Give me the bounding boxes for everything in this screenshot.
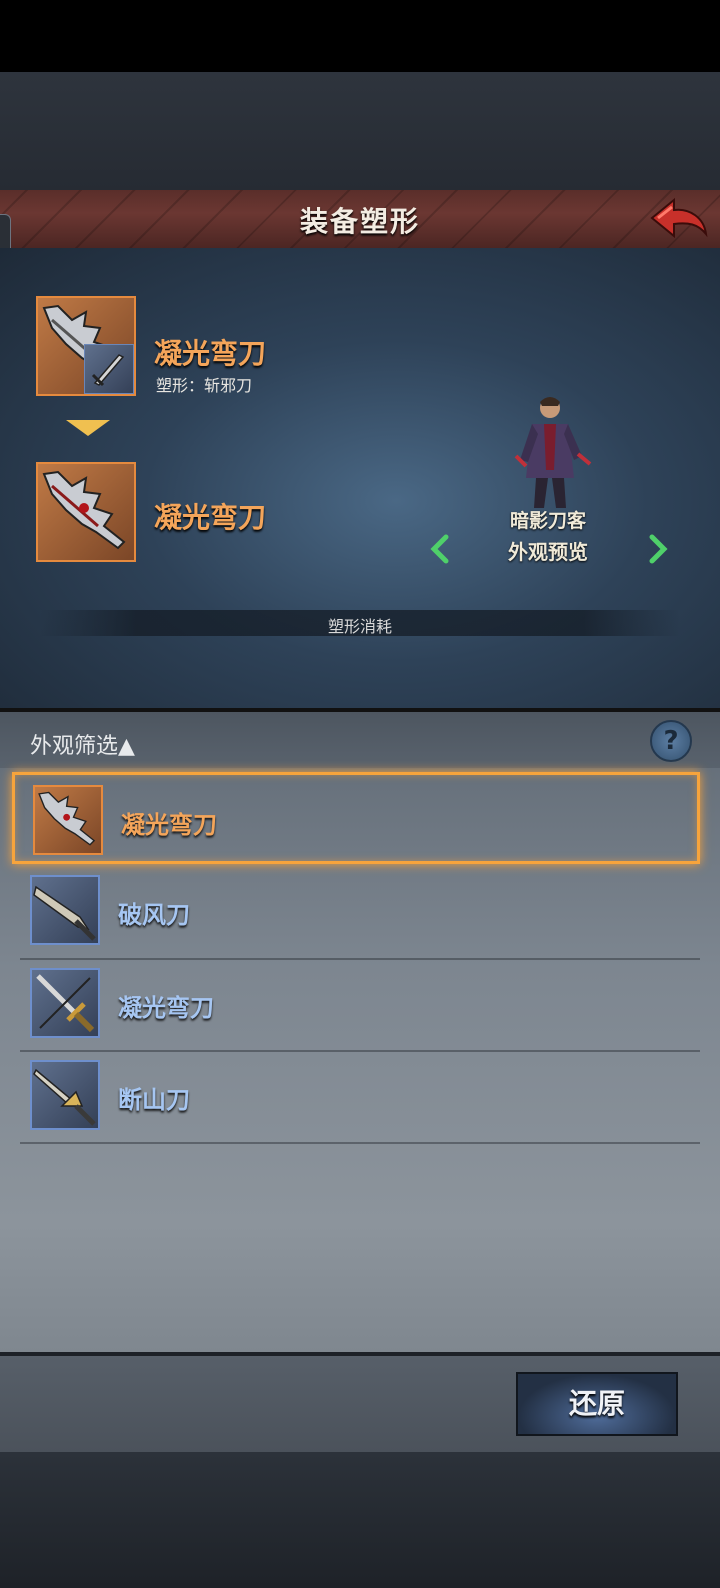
preview-label: 外观预览 [508,540,588,564]
shape-source-badge [84,344,134,394]
down-triangle-icon [66,420,110,436]
appearance-filter-dropdown[interactable]: 外观筛选▲ [30,728,135,760]
top-background [0,72,720,190]
header-bar: 装备塑形 [0,190,720,250]
new-equipment-slot[interactable] [36,462,136,562]
restore-button[interactable]: 还原 [516,1372,678,1436]
row-divider [20,1142,700,1144]
character-figure [514,397,592,508]
row-icon [30,1060,100,1130]
back-arrow-icon[interactable] [646,194,710,244]
previous-arrow-icon[interactable] [428,534,452,564]
appearance-row[interactable]: 断山刀 [12,1050,700,1142]
curved-blade-icon [42,470,126,550]
help-button[interactable]: ? [650,720,692,762]
shape-label: 塑形：斩邪刀 [156,376,253,395]
straight-sword-icon [33,1068,96,1126]
page-title: 装备塑形 [299,205,420,238]
row-icon [30,875,100,945]
character-name: 暗影刀客 [509,510,586,532]
row-name: 凝光弯刀 [118,994,214,1022]
appearance-row[interactable]: 凝光弯刀 [12,772,700,864]
row-name: 凝光弯刀 [121,811,217,839]
current-equipment-name: 凝光弯刀 [154,337,267,370]
row-icon [33,785,103,855]
new-equipment-name: 凝光弯刀 [154,501,267,534]
cost-label: 塑形消耗 [327,617,392,636]
broad-blade-icon [33,885,96,941]
current-equipment-slot[interactable] [36,296,136,396]
row-icon [30,968,100,1038]
appearance-row[interactable]: 破风刀 [12,865,700,957]
status-bar-area [0,0,720,72]
next-arrow-icon[interactable] [646,534,670,564]
row-name: 断山刀 [118,1086,190,1114]
crossguard-sword-icon [36,974,95,1033]
sword-icon [91,354,125,387]
bottom-background [0,1452,720,1588]
appearance-row[interactable]: 凝光弯刀 [12,958,700,1050]
curved-blade-icon [38,791,96,846]
row-name: 破风刀 [118,901,190,929]
